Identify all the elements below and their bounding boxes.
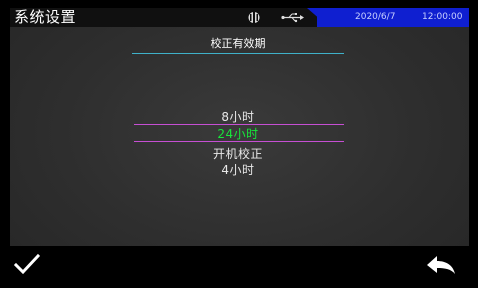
picker-selection-line-bottom	[134, 141, 344, 142]
device-frame: 系统设置 2020/6/7 12:00:00 校正有效期 8小时 24小时 开机…	[0, 0, 478, 288]
page-title: 系统设置	[14, 8, 77, 26]
bottom-bar	[10, 246, 469, 284]
lan-icon	[281, 13, 304, 23]
dialog-heading: 校正有效期	[210, 37, 266, 50]
picker-option-4h[interactable]: 4小时	[132, 161, 344, 178]
picker-option-power-on-calibration[interactable]: 开机校正	[132, 145, 344, 162]
heading-divider	[132, 53, 344, 54]
usb-icon	[248, 11, 260, 24]
picker-option-24h-selected[interactable]: 24小时	[132, 125, 344, 142]
status-date: 2020/6/7	[355, 12, 396, 22]
screen: 系统设置 2020/6/7 12:00:00 校正有效期 8小时 24小时 开机…	[10, 8, 469, 284]
back-arrow-icon[interactable]	[426, 254, 456, 276]
picker-option-8h[interactable]: 8小时	[132, 108, 344, 125]
status-time: 12:00:00	[422, 12, 463, 22]
checkmark-icon[interactable]	[14, 252, 40, 276]
status-bar: 系统设置 2020/6/7 12:00:00	[10, 8, 469, 27]
